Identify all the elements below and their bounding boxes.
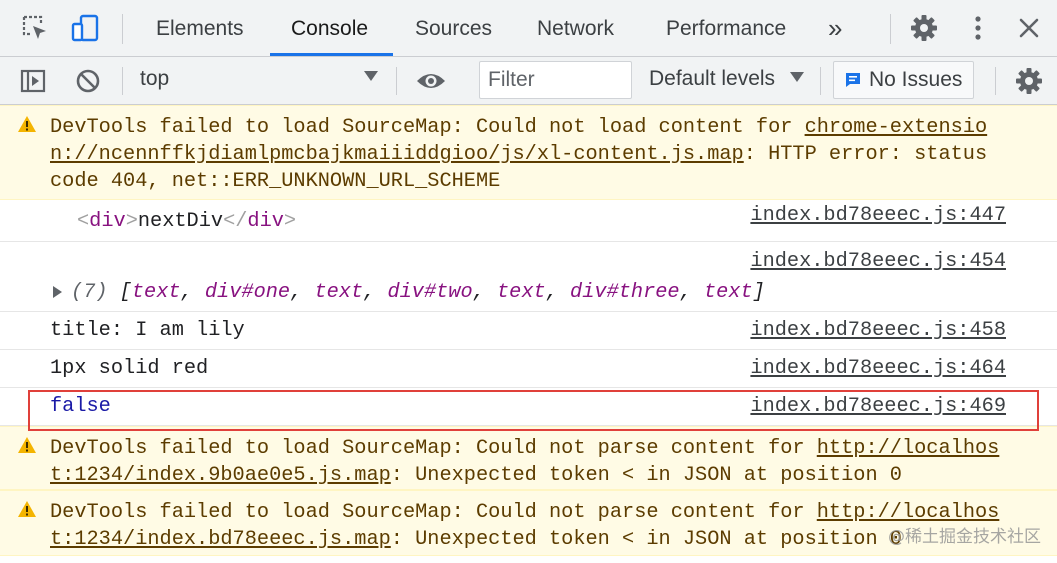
- close-icon[interactable]: [1011, 10, 1047, 46]
- inspect-element-icon[interactable]: [17, 10, 53, 46]
- source-link[interactable]: index.bd78eeec.js:458: [750, 317, 1006, 344]
- sourcemap-link[interactable]: t:1234/index.bd78eeec.js.map: [50, 528, 391, 551]
- tab-performance[interactable]: Performance: [666, 0, 786, 56]
- sourcemap-link[interactable]: http://localhos: [817, 437, 1000, 460]
- console-log-message: title: I am lily index.bd78eeec.js:458: [0, 312, 1057, 350]
- source-link[interactable]: index.bd78eeec.js:454: [750, 248, 1006, 275]
- console-settings-gear-icon[interactable]: [1011, 63, 1047, 99]
- source-link[interactable]: index.bd78eeec.js:447: [750, 202, 1006, 229]
- highlight-box: [28, 390, 1039, 431]
- tab-network[interactable]: Network: [537, 0, 614, 56]
- warning-icon: [18, 116, 36, 132]
- console-log-message: index.bd78eeec.js:454 (7) [text, div#one…: [0, 242, 1057, 312]
- show-sidebar-icon[interactable]: [15, 63, 51, 99]
- log-text: 1px solid red: [50, 357, 209, 380]
- toolbar-divider: [396, 67, 397, 95]
- log-text: title: I am lily: [50, 319, 245, 342]
- tab-console[interactable]: Console: [291, 0, 368, 56]
- default-levels-dropdown[interactable]: Default levels: [649, 67, 775, 91]
- warning-line-text: DevTools failed to load SourceMap: Could…: [50, 437, 817, 460]
- chevron-down-icon[interactable]: [364, 71, 378, 81]
- device-toolbar-icon[interactable]: [67, 10, 103, 46]
- warning-line-text: : HTTP error: status: [743, 143, 988, 166]
- warning-icon: [18, 437, 36, 453]
- sourcemap-link[interactable]: n://ncennffkjdiamlpmcbajkmaiiiddgioo/js/…: [50, 143, 744, 166]
- warning-line-text: : Unexpected token < in JSON at position…: [390, 528, 902, 551]
- warning-line-text: DevTools failed to load SourceMap: Could…: [50, 501, 817, 524]
- issues-label: No Issues: [869, 68, 963, 91]
- warning-icon: [18, 501, 36, 517]
- toolbar-divider: [122, 67, 123, 95]
- array-preview[interactable]: (7) [text, div#one, text, div#two, text,…: [71, 279, 765, 306]
- settings-gear-icon[interactable]: [906, 10, 942, 46]
- more-options-icon[interactable]: [960, 10, 996, 46]
- warning-line-text: DevTools failed to load SourceMap: Could…: [50, 116, 805, 139]
- warning-text: DevTools failed to load SourceMap: Could…: [50, 114, 1040, 195]
- sourcemap-link[interactable]: t:1234/index.9b0ae0e5.js.map: [50, 464, 391, 487]
- chevron-down-icon[interactable]: [790, 72, 804, 82]
- toolbar-divider: [995, 67, 996, 95]
- active-tab-indicator: [270, 53, 393, 56]
- eye-icon[interactable]: [413, 63, 449, 99]
- toolbar-divider: [122, 14, 123, 44]
- console-log-message: <div>nextDiv</div> index.bd78eeec.js:447: [0, 200, 1057, 242]
- toolbar-divider: [820, 67, 821, 95]
- toolbar-divider: [890, 14, 891, 44]
- tab-sources[interactable]: Sources: [415, 0, 492, 56]
- sourcemap-link[interactable]: http://localhos: [817, 501, 1000, 524]
- tab-elements[interactable]: Elements: [156, 0, 244, 56]
- sourcemap-link[interactable]: chrome-extensio: [805, 116, 988, 139]
- warning-text: DevTools failed to load SourceMap: Could…: [50, 435, 1040, 489]
- expand-triangle-icon[interactable]: [53, 286, 62, 298]
- console-toolbar: top Default levels No Issues: [0, 57, 1057, 105]
- issues-button[interactable]: No Issues: [833, 61, 974, 99]
- console-messages: DevTools failed to load SourceMap: Could…: [0, 105, 1057, 556]
- dom-element-node[interactable]: <div>nextDiv</div>: [77, 208, 296, 235]
- message-icon: [846, 73, 860, 87]
- more-tabs-button[interactable]: »: [828, 0, 842, 56]
- execution-context-selector[interactable]: top: [140, 67, 169, 91]
- console-log-message: 1px solid red index.bd78eeec.js:464: [0, 350, 1057, 388]
- devtools-tabbar: Elements Console Sources Network Perform…: [0, 0, 1057, 57]
- console-warning-message: DevTools failed to load SourceMap: Could…: [0, 105, 1057, 200]
- watermark: @稀土掘金技术社区: [888, 527, 1041, 547]
- warning-line-text: : Unexpected token < in JSON at position…: [390, 464, 902, 487]
- filter-input[interactable]: [479, 61, 632, 99]
- clear-console-icon[interactable]: [70, 63, 106, 99]
- console-warning-message: DevTools failed to load SourceMap: Could…: [0, 426, 1057, 490]
- warning-line-text: code 404, net::ERR_UNKNOWN_URL_SCHEME: [50, 170, 501, 193]
- source-link[interactable]: index.bd78eeec.js:464: [750, 355, 1006, 382]
